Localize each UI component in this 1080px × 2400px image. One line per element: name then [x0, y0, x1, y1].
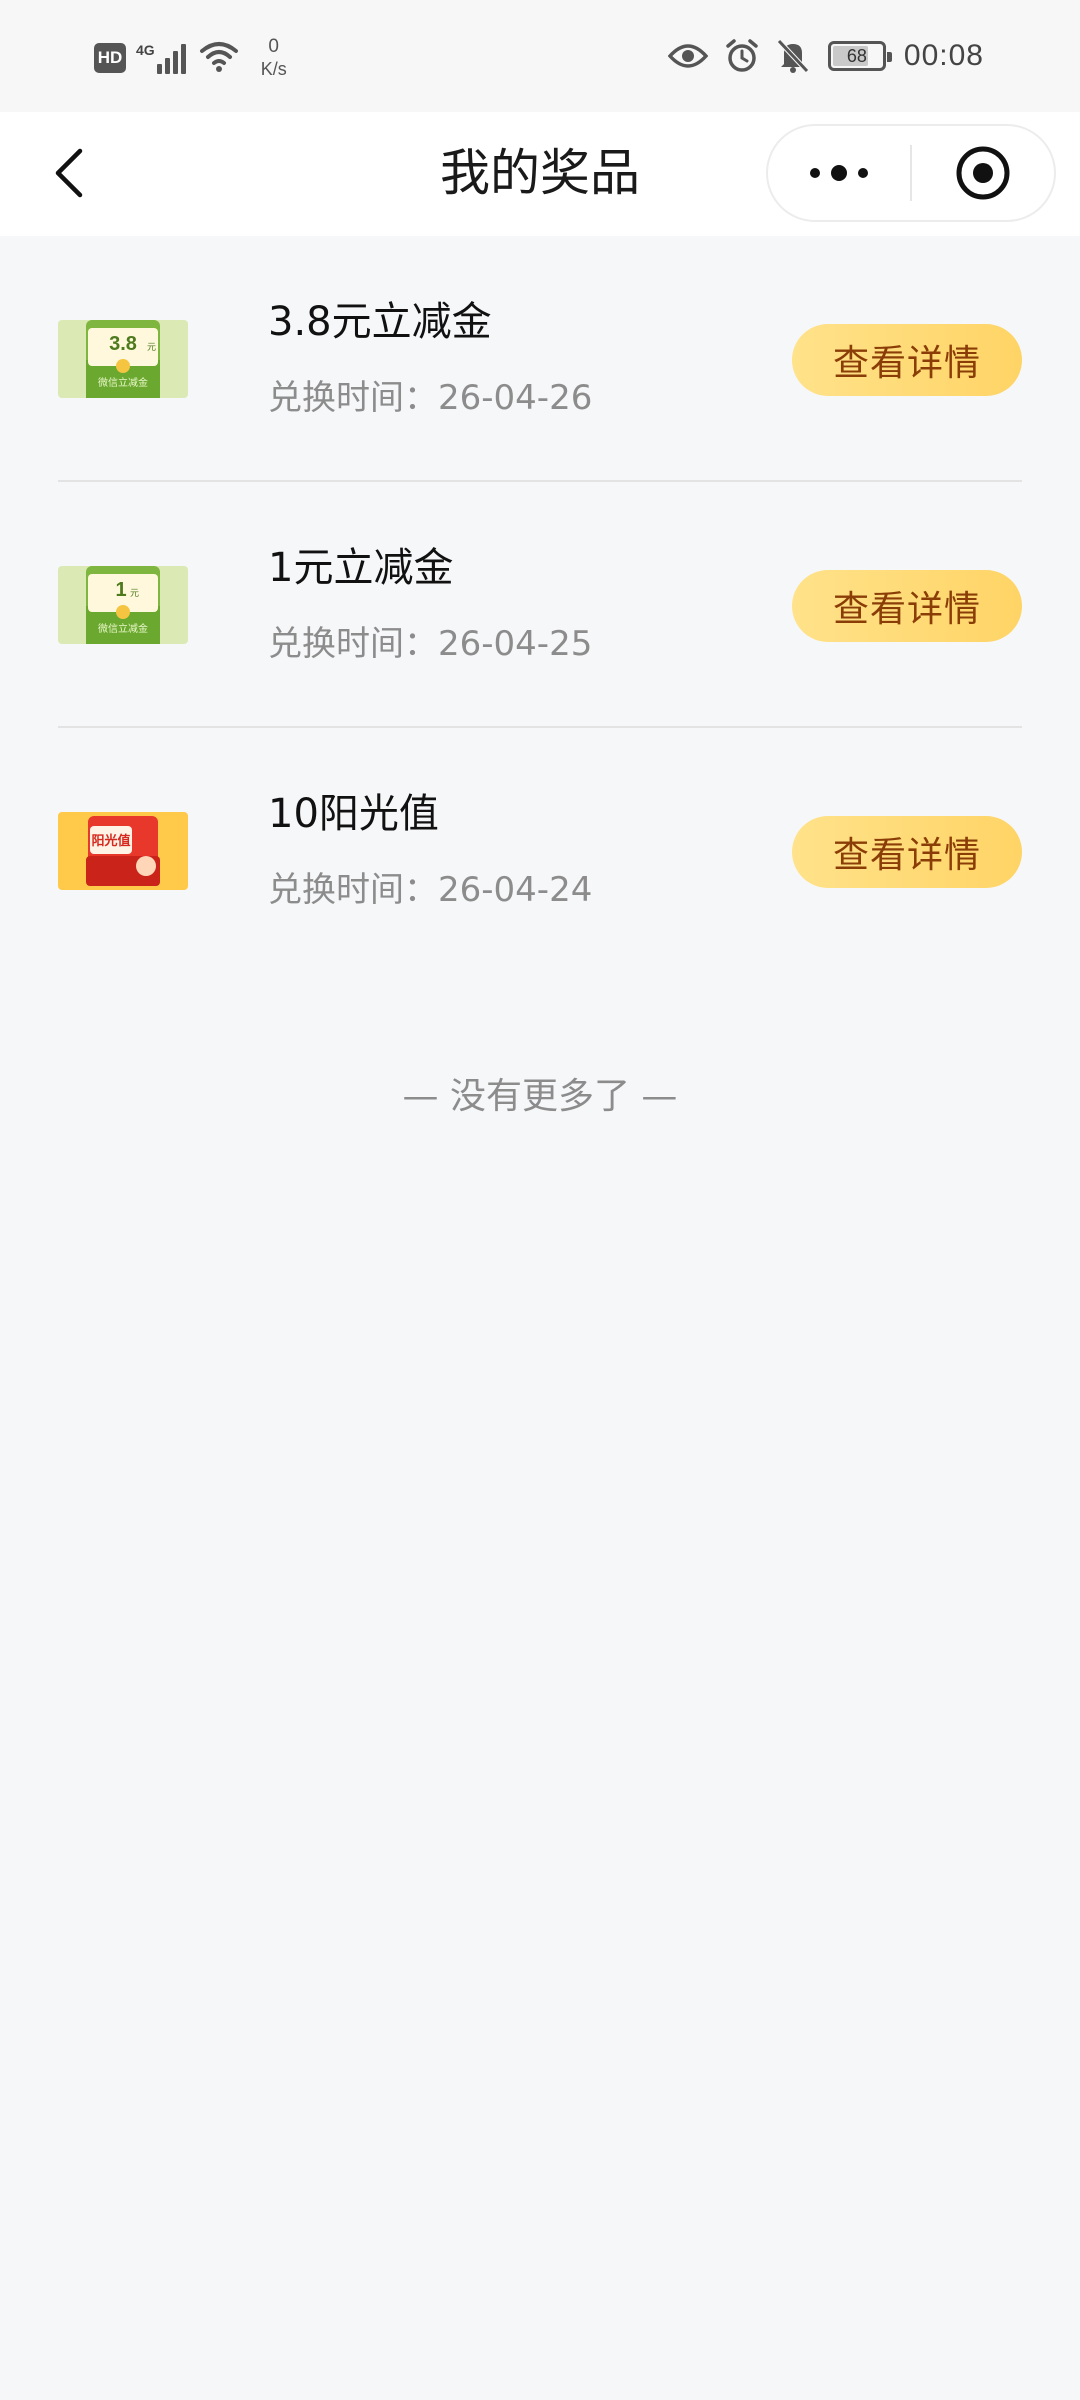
svg-text:1: 1	[115, 579, 126, 601]
prize-thumbnail: 3.8 元 微信立减金	[58, 320, 188, 398]
status-left: HD 4G 0 K/s	[94, 30, 287, 86]
redeem-time-value: 26-04-24	[438, 870, 593, 910]
signal-icon	[156, 42, 189, 74]
green-coupon-icon: 1 元 微信立减金	[58, 566, 188, 644]
clock: 00:08	[903, 39, 984, 72]
mute-bell-icon	[776, 38, 810, 74]
network-type: 4G	[136, 42, 155, 58]
svg-text:微信立减金: 微信立减金	[98, 622, 148, 635]
prize-item: 1 元 微信立减金 1元立减金 兑换时间：26-04-25 查看详情	[58, 482, 1022, 728]
redeem-time: 兑换时间：26-04-25	[268, 622, 592, 666]
speed-value: 0	[268, 36, 279, 57]
target-circle-icon	[956, 146, 1010, 200]
view-details-button[interactable]: 查看详情	[792, 816, 1022, 888]
speed-unit: K/s	[260, 59, 287, 79]
status-right: 68 00:08	[652, 30, 984, 82]
network-speed: 0 K/s	[261, 36, 287, 80]
mini-program-capsule	[766, 124, 1056, 222]
hd-icon: HD	[94, 43, 126, 73]
green-coupon-icon: 3.8 元 微信立减金	[58, 320, 188, 398]
battery-level: 68	[846, 45, 867, 66]
svg-text:元: 元	[130, 589, 139, 599]
prize-thumbnail: 阳光值	[58, 812, 188, 890]
alarm-icon	[724, 38, 760, 74]
more-dots-icon	[810, 165, 868, 181]
wifi-icon	[199, 39, 239, 77]
view-details-button[interactable]: 查看详情	[792, 324, 1022, 396]
redeem-time-value: 26-04-26	[438, 378, 593, 418]
svg-text:3.8: 3.8	[109, 333, 137, 355]
redeem-time: 兑换时间：26-04-26	[268, 376, 592, 420]
view-details-button[interactable]: 查看详情	[792, 570, 1022, 642]
end-of-list-note: — 没有更多了 —	[402, 1076, 678, 1117]
prize-item: 3.8 元 微信立减金 3.8元立减金 兑换时间：26-04-26 查看详情	[58, 236, 1022, 482]
redeem-time-label: 兑换时间：	[268, 378, 438, 418]
prize-thumbnail: 1 元 微信立减金	[58, 566, 188, 644]
redeem-time-label: 兑换时间：	[268, 624, 438, 664]
nav-bar: 我的奖品	[0, 112, 1080, 236]
prize-title: 3.8元立减金	[268, 299, 492, 345]
redeem-time: 兑换时间：26-04-24	[268, 868, 592, 912]
svg-text:阳光值: 阳光值	[91, 833, 130, 849]
redeem-time-label: 兑换时间：	[268, 870, 438, 910]
more-button[interactable]	[768, 126, 910, 220]
close-button[interactable]	[912, 126, 1054, 220]
battery-icon: 68	[827, 41, 892, 71]
prize-title: 1元立减金	[268, 545, 454, 591]
prize-list: 3.8 元 微信立减金 3.8元立减金 兑换时间：26-04-26 查看详情 1…	[58, 236, 1022, 974]
prize-item: 阳光值 10阳光值 兑换时间：26-04-24 查看详情	[58, 728, 1022, 974]
svg-text:微信立减金: 微信立减金	[98, 376, 148, 389]
sunshine-value-icon: 阳光值	[58, 812, 188, 890]
redeem-time-value: 26-04-25	[438, 624, 593, 664]
prize-title: 10阳光值	[268, 791, 439, 837]
status-bar: HD 4G 0 K/s 68 00:08	[0, 0, 1080, 112]
svg-text:元: 元	[147, 343, 156, 353]
eye-icon	[667, 42, 708, 70]
